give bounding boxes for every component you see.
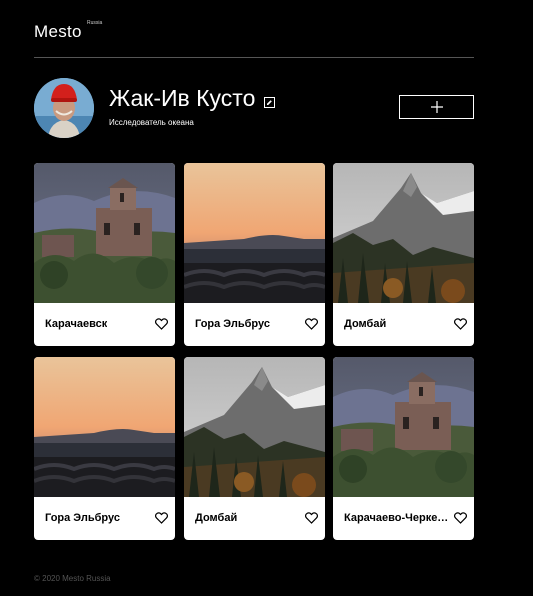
card-image[interactable] — [333, 357, 474, 497]
header: Mesto Russia — [34, 18, 474, 58]
heart-icon — [155, 318, 168, 330]
like-button[interactable] — [155, 318, 168, 330]
heart-icon — [305, 318, 318, 330]
card: Домбай — [184, 357, 325, 540]
card-image[interactable] — [333, 163, 474, 303]
like-button[interactable] — [305, 512, 318, 524]
card-title: Карачаевск — [45, 318, 108, 330]
card-title: Домбай — [195, 512, 238, 524]
heart-icon — [454, 318, 467, 330]
like-button[interactable] — [155, 512, 168, 524]
logo-superscript: Russia — [87, 20, 103, 26]
card-title: Карачаево-Черкесия — [344, 512, 451, 524]
card-image[interactable] — [184, 163, 325, 303]
like-button[interactable] — [305, 318, 318, 330]
card-title: Домбай — [344, 318, 387, 330]
add-card-button[interactable] — [399, 95, 474, 119]
plus-icon — [431, 101, 443, 113]
pencil-icon — [267, 100, 272, 105]
card-image[interactable] — [184, 357, 325, 497]
heart-icon — [305, 512, 318, 524]
card-title: Гора Эльбрус — [45, 512, 120, 524]
heart-icon — [155, 512, 168, 524]
card-image[interactable] — [34, 163, 175, 303]
like-button[interactable] — [454, 512, 467, 524]
profile: Жак-Ив Кусто Исследователь океана — [34, 78, 474, 140]
card-title: Гора Эльбрус — [195, 318, 270, 330]
heart-icon — [454, 512, 467, 524]
logo: Mesto — [34, 22, 82, 41]
profile-about: Исследователь океана — [109, 118, 194, 127]
card: Гора Эльбрус — [34, 357, 175, 540]
profile-name: Жак-Ив Кусто — [109, 85, 256, 111]
card: Карачаевск — [34, 163, 175, 346]
card: Домбай — [333, 163, 474, 346]
footer-copyright: © 2020 Mesto Russia — [34, 574, 111, 583]
card-image[interactable] — [34, 357, 175, 497]
card: Карачаево-Черкесия — [333, 357, 474, 540]
edit-profile-button[interactable] — [264, 97, 275, 108]
card: Гора Эльбрус — [184, 163, 325, 346]
like-button[interactable] — [454, 318, 467, 330]
avatar[interactable] — [34, 78, 94, 138]
